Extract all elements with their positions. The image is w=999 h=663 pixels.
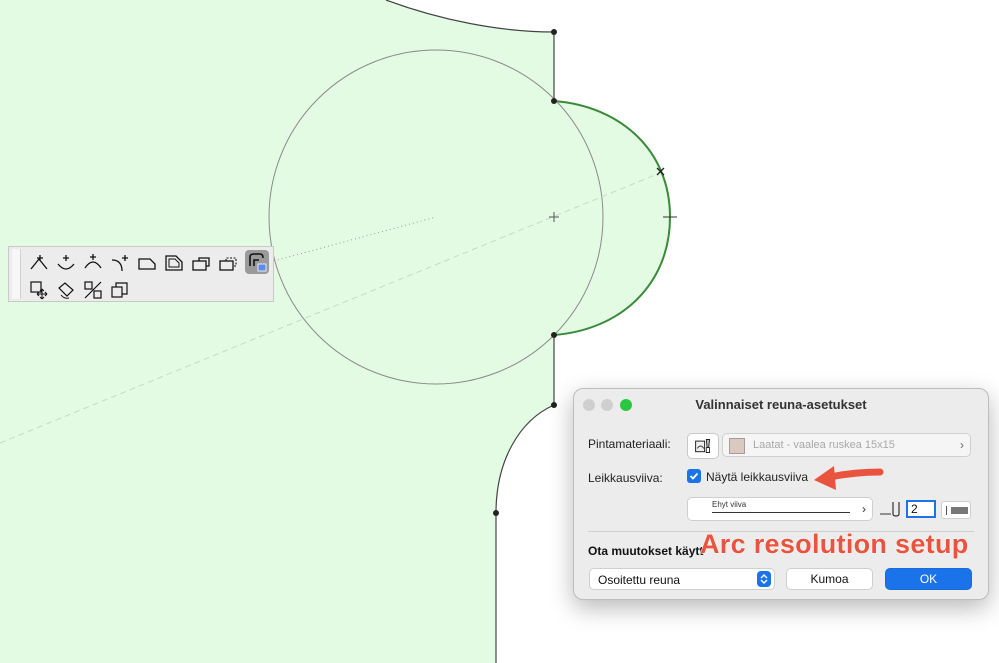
material-select[interactable]: Laatat - vaalea ruskea 15x15 › (722, 433, 971, 457)
pen-icon (880, 502, 900, 517)
show-cutline-checkbox[interactable] (687, 469, 701, 483)
slab-fill (0, 0, 670, 663)
curve-edge-icon[interactable] (54, 251, 78, 275)
subtract-from-polygon-icon[interactable] (216, 251, 240, 275)
mirror-icon[interactable] (81, 278, 105, 302)
apply-target-select[interactable]: Osoitettu reuna (589, 568, 775, 590)
insert-vertex-icon[interactable] (27, 251, 51, 275)
show-cutline-label[interactable]: Näytä leikkausviiva (706, 470, 808, 484)
thick-line-icon (951, 507, 968, 514)
custom-edge-settings-dialog: Valinnaiset reuna-asetukset Pintamateria… (573, 388, 989, 600)
pen-number-input[interactable]: 2 (906, 500, 936, 518)
drag-icon[interactable] (27, 278, 51, 302)
cutline-label: Leikkausviiva: (588, 471, 663, 485)
line-type-select[interactable]: Ehyt viiva › (687, 497, 873, 521)
ok-button[interactable]: OK (885, 568, 972, 590)
material-value: Laatat - vaalea ruskea 15x15 (753, 439, 895, 451)
apply-target-value: Osoitettu reuna (598, 573, 681, 587)
offset-all-edges-icon[interactable] (162, 251, 186, 275)
dialog-titlebar[interactable]: Valinnaiset reuna-asetukset (574, 389, 988, 419)
tangent-edge-icon[interactable] (108, 251, 132, 275)
material-swatch (729, 438, 745, 454)
brush-icon (695, 439, 710, 453)
material-label: Pintamateriaali: (588, 437, 671, 451)
custom-edge-settings-icon[interactable] (245, 250, 269, 274)
palette-grip[interactable] (12, 249, 21, 299)
thin-line-icon (946, 506, 947, 515)
line-type-preview (712, 512, 850, 513)
add-to-polygon-icon[interactable] (189, 251, 213, 275)
rotate-icon[interactable] (54, 278, 78, 302)
cancel-button[interactable]: Kumoa (786, 568, 873, 590)
offset-edge-icon[interactable] (135, 251, 159, 275)
annotation-text: Arc resolution setup (700, 529, 969, 560)
chevron-right-icon: › (862, 502, 866, 516)
select-stepper-icon (757, 571, 771, 587)
checkmark-icon (689, 472, 699, 480)
annotation-arrow-icon (814, 466, 884, 490)
line-weight-toggle[interactable] (941, 501, 971, 519)
apply-changes-label: Ota muutokset käytt (588, 544, 704, 558)
line-type-name: Ehyt viiva (712, 500, 747, 509)
chevron-right-icon: › (960, 438, 964, 452)
pet-palette (8, 246, 274, 302)
dialog-title: Valinnaiset reuna-asetukset (695, 397, 867, 412)
arc-edge-icon[interactable] (81, 251, 105, 275)
multiply-icon[interactable] (108, 278, 132, 302)
material-picker-button[interactable] (687, 433, 719, 459)
